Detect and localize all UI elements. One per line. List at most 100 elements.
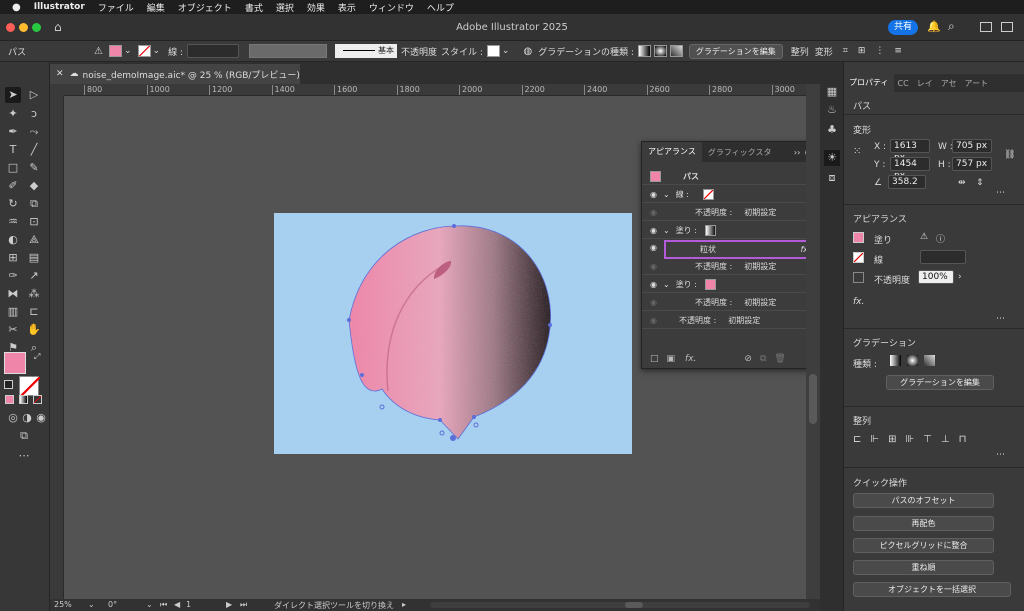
scroll-thumb[interactable] xyxy=(625,602,643,608)
scroll-thumb[interactable] xyxy=(809,374,817,424)
menu-window[interactable]: ウィンドウ xyxy=(369,1,414,14)
none-mode-icon[interactable] xyxy=(33,395,42,404)
object-opacity-label[interactable]: 不透明度 : xyxy=(679,315,716,326)
type-tool-icon[interactable]: T xyxy=(5,142,21,158)
chevron-down-icon[interactable]: ⌄ xyxy=(153,46,161,56)
shape-builder-icon[interactable]: ◐ xyxy=(5,232,21,248)
chevron-down-icon[interactable]: ⌄ xyxy=(146,600,153,609)
stroke-swatch[interactable] xyxy=(137,45,151,57)
panel-expand-icon[interactable]: ›› xyxy=(794,148,800,157)
recolor-button[interactable]: 再配色 xyxy=(853,516,994,531)
mesh-tool-icon[interactable]: ⊞ xyxy=(5,250,21,266)
crop-icon[interactable]: ⌗ xyxy=(843,46,848,56)
tab-properties[interactable]: プロパティ xyxy=(844,74,894,92)
app-menu[interactable]: Illustrator xyxy=(34,2,85,12)
scale-tool-icon[interactable]: ⧉ xyxy=(26,196,42,212)
default-colors-icon[interactable] xyxy=(4,380,13,389)
prev-artboard-icon[interactable]: ◀ xyxy=(174,600,180,609)
angle-field[interactable]: 358.2 xyxy=(888,175,926,189)
stroke-color-box[interactable] xyxy=(19,376,40,397)
fill-color-box[interactable] xyxy=(4,352,26,374)
variable-width-profile[interactable] xyxy=(248,44,327,58)
eye-icon[interactable]: ◉ xyxy=(650,298,657,307)
fill-row-label-2[interactable]: 塗り : xyxy=(676,279,697,290)
freeform-gradient-icon[interactable] xyxy=(924,355,935,366)
screen-mode-icon[interactable]: ⧉ xyxy=(16,428,32,444)
stroke-opacity-value[interactable]: 初期設定 xyxy=(744,207,776,218)
stroke-row-label[interactable]: 線 : xyxy=(676,189,689,200)
more-tools-icon[interactable]: ⋯ xyxy=(16,448,32,464)
paintbrush-icon[interactable]: ✎ xyxy=(26,160,42,176)
horizontal-ruler[interactable]: 800 1000 1200 1400 1600 1800 2000 2200 2400 2600 2… xyxy=(64,84,806,96)
symbols-icon[interactable]: ♣ xyxy=(824,122,840,138)
chevron-right-icon[interactable]: › xyxy=(958,272,962,282)
flip-horizontal-icon[interactable]: ⇹ xyxy=(958,178,966,188)
stroke-swatch[interactable] xyxy=(853,252,864,263)
align-button[interactable]: 整列 xyxy=(791,45,809,58)
add-effect-icon[interactable]: fx. xyxy=(685,354,696,364)
add-fill-icon[interactable]: ▣ xyxy=(667,354,676,364)
fill-swatch[interactable] xyxy=(853,232,864,243)
bell-icon[interactable]: 🔔 xyxy=(927,20,941,33)
fill-opacity-label-2[interactable]: 不透明度 : xyxy=(695,297,732,308)
tab-graphic-styles[interactable]: グラフィックスタ xyxy=(702,147,778,158)
fill-gradient-swatch[interactable] xyxy=(704,224,716,236)
radial-gradient-icon[interactable] xyxy=(907,355,918,366)
curvature-tool-icon[interactable]: ⤳ xyxy=(26,124,42,140)
brush-definition[interactable]: 基本 xyxy=(334,44,397,58)
edit-gradient-button[interactable]: グラデーションを編集 xyxy=(886,375,994,390)
zoom-level[interactable]: 25% xyxy=(54,600,72,609)
eye-icon[interactable]: ◉ xyxy=(650,226,657,235)
add-effect-icon[interactable]: fx. xyxy=(853,297,864,307)
x-field[interactable]: 1613 px xyxy=(890,139,930,163)
line-tool-icon[interactable]: ╱ xyxy=(26,142,42,158)
offset-path-button[interactable]: パスのオフセット xyxy=(853,493,994,508)
recolor-icon[interactable]: ◍ xyxy=(523,46,532,57)
eye-icon[interactable]: ◉ xyxy=(650,316,657,325)
eye-icon[interactable]: ◉ xyxy=(650,262,657,271)
warp-tool-icon[interactable]: ♒ xyxy=(5,214,21,230)
chevron-down-icon[interactable]: ⌄ xyxy=(663,280,670,289)
vertical-scrollbar[interactable] xyxy=(806,84,820,599)
swap-colors-icon[interactable]: ⤢ xyxy=(34,352,40,362)
measure-icon[interactable]: ↗ xyxy=(26,268,42,284)
clear-appearance-icon[interactable]: ⊘ xyxy=(744,354,752,364)
apple-icon[interactable]: ● xyxy=(12,2,21,13)
panel-menu-icon[interactable]: ≡ xyxy=(894,46,902,56)
edit-gradient-button[interactable]: グラデーションを編集 xyxy=(688,43,783,59)
rotate-tool-icon[interactable]: ↻ xyxy=(5,196,21,212)
stroke-opacity-label[interactable]: 不透明度 : xyxy=(695,207,732,218)
pen-tool-icon[interactable]: ✒ xyxy=(5,124,21,140)
tab-cc[interactable]: CC xyxy=(894,79,913,88)
stroke-weight-field[interactable] xyxy=(920,250,966,264)
free-transform-icon[interactable]: ⊡ xyxy=(26,214,42,230)
lasso-icon[interactable]: ↄ xyxy=(26,106,42,122)
grain-effect[interactable]: 粒状 xyxy=(700,244,716,255)
share-button[interactable]: 共有 xyxy=(888,20,918,35)
fill-opacity-value-2[interactable]: 初期設定 xyxy=(744,297,776,308)
menu-view[interactable]: 表示 xyxy=(338,1,356,14)
chevron-down-icon[interactable]: ⌄ xyxy=(88,600,95,609)
close-tab-icon[interactable]: ✕ xyxy=(56,69,64,79)
more-options-icon[interactable]: ⋯ xyxy=(996,188,1005,198)
symbol-sprayer-icon[interactable]: ⁂ xyxy=(26,286,42,302)
perspective-grid-icon[interactable]: ⟁ xyxy=(26,232,42,248)
pixel-grid-button[interactable]: ピクセルグリッドに整合 xyxy=(853,538,994,553)
fill-opacity-label[interactable]: 不透明度 : xyxy=(695,261,732,272)
next-artboard-icon[interactable]: ▶ xyxy=(226,600,232,609)
linear-gradient-icon[interactable] xyxy=(890,355,901,366)
chevron-down-icon[interactable]: ⌄ xyxy=(663,190,670,199)
first-artboard-icon[interactable]: ⏮ xyxy=(160,600,167,610)
stroke-row-swatch[interactable] xyxy=(702,188,714,200)
menu-select[interactable]: 選択 xyxy=(276,1,294,14)
radial-gradient-icon[interactable] xyxy=(653,45,667,57)
graph-tool-icon[interactable]: ▥ xyxy=(5,304,21,320)
fill-row-label[interactable]: 塗り : xyxy=(676,225,697,236)
eraser-icon[interactable]: ◆ xyxy=(26,178,42,194)
delete-item-icon[interactable]: 🗑 xyxy=(774,354,785,364)
freeform-gradient-icon[interactable] xyxy=(669,45,683,57)
shaper-tool-icon[interactable]: ✐ xyxy=(5,178,21,194)
gradient-mode-icon[interactable] xyxy=(19,395,28,404)
draw-inside-icon[interactable]: ◉ xyxy=(33,410,49,426)
more-options-icon[interactable]: ⋯ xyxy=(996,314,1005,324)
